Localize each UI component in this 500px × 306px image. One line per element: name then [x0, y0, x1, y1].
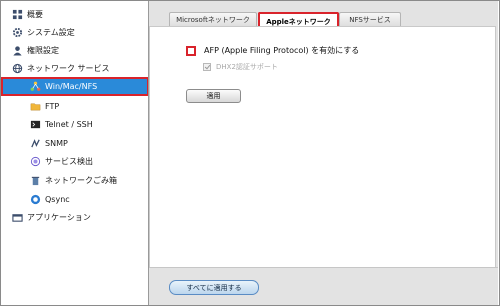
- trash-icon: [29, 174, 41, 186]
- dhx2-auth-checkbox: [203, 63, 211, 71]
- sidebar-item-win-mac-nfs[interactable]: Win/Mac/NFS: [1, 77, 149, 96]
- tab-label: Appleネットワーク: [266, 17, 331, 26]
- sidebar-item-label: アプリケーション: [27, 212, 91, 222]
- sidebar: 概要 システム設定 権限設定 ネットワーク サービス Win/Mac/NFS F…: [1, 1, 149, 305]
- sidebar-item-overview[interactable]: 概要: [11, 6, 158, 22]
- discovery-icon: [29, 155, 41, 167]
- sidebar-item-label: SNMP: [45, 138, 68, 148]
- sidebar-item-label: Qsync: [45, 194, 70, 204]
- sidebar-item-network-services[interactable]: ネットワーク サービス: [11, 60, 158, 76]
- snmp-icon: [29, 137, 41, 149]
- sidebar-item-label: Win/Mac/NFS: [45, 82, 98, 91]
- network-share-icon: [29, 81, 41, 93]
- applications-icon: [11, 211, 23, 223]
- sidebar-item-privilege-settings[interactable]: 権限設定: [11, 42, 158, 58]
- afp-option-row: AFP (Apple Filing Protocol) を有効にする: [186, 45, 359, 56]
- ftp-folder-icon: [29, 100, 41, 112]
- sidebar-item-label: Telnet / SSH: [45, 119, 93, 129]
- dashboard-icon: [11, 8, 23, 20]
- dhx-option-row: DHX2認証サポート: [203, 62, 278, 72]
- sidebar-item-label: 概要: [27, 9, 43, 19]
- qsync-icon: [29, 193, 41, 205]
- sidebar-item-label: 権限設定: [27, 45, 59, 55]
- apply-button[interactable]: 適用: [186, 89, 241, 103]
- dhx2-auth-label: DHX2認証サポート: [216, 63, 278, 71]
- afp-enable-checkbox[interactable]: [186, 45, 196, 56]
- tab-nfs-service[interactable]: NFSサービス: [339, 12, 401, 27]
- tab-label: NFSサービス: [349, 16, 391, 24]
- terminal-icon: [29, 118, 41, 130]
- gear-icon: [11, 26, 23, 38]
- sidebar-item-label: ネットワークごみ箱: [45, 175, 117, 185]
- settings-panel: [149, 26, 496, 268]
- tab-label: Microsoftネットワーク: [176, 16, 250, 24]
- apply-all-button-label: すべてに適用する: [186, 283, 242, 292]
- sidebar-item-applications[interactable]: アプリケーション: [11, 209, 158, 225]
- apply-button-label: 適用: [206, 92, 221, 100]
- afp-enable-label: AFP (Apple Filing Protocol) を有効にする: [204, 46, 360, 55]
- sidebar-item-system-settings[interactable]: システム設定: [11, 24, 158, 40]
- sidebar-item-label: サービス検出: [45, 156, 93, 166]
- user-icon: [11, 44, 23, 56]
- sidebar-item-label: ネットワーク サービス: [27, 63, 110, 73]
- sidebar-item-label: システム設定: [27, 27, 75, 37]
- tab-microsoft-networking[interactable]: Microsoftネットワーク: [169, 12, 257, 27]
- globe-icon: [11, 62, 23, 74]
- apply-all-button[interactable]: すべてに適用する: [169, 280, 259, 295]
- sidebar-item-label: FTP: [45, 101, 60, 111]
